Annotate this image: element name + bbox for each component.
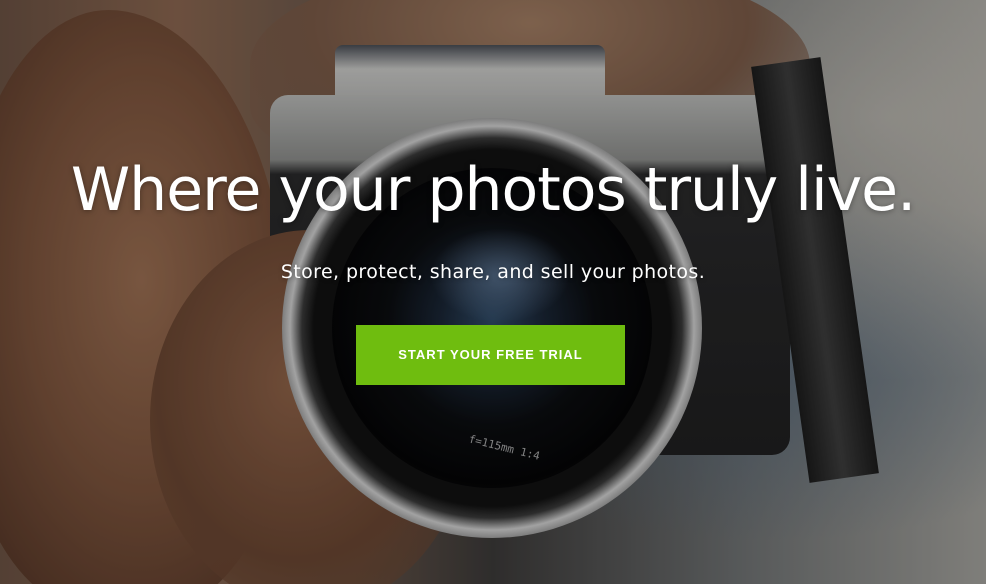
start-free-trial-button[interactable]: START YOUR FREE TRIAL: [356, 325, 625, 385]
hero-section: f=115mm 1:4 Where your photos truly live…: [0, 0, 986, 584]
hero-subheadline: Store, protect, share, and sell your pho…: [280, 261, 706, 283]
hero-content: Where your photos truly live. Store, pro…: [0, 0, 986, 584]
hero-headline: Where your photos truly live.: [70, 155, 916, 225]
